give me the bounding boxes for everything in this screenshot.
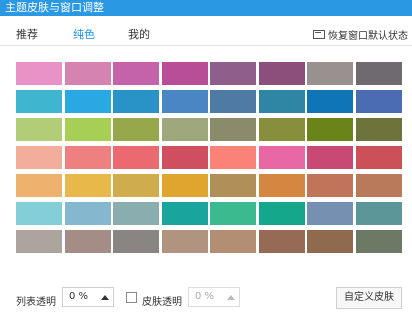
color-swatch[interactable]	[210, 146, 256, 169]
list-opacity-value: 0 %	[69, 291, 89, 302]
color-swatch[interactable]	[16, 230, 62, 253]
color-swatch[interactable]	[355, 174, 402, 197]
color-swatch[interactable]	[113, 174, 159, 197]
color-swatch[interactable]	[16, 174, 62, 197]
color-swatch[interactable]	[113, 230, 159, 253]
color-swatch[interactable]	[113, 202, 159, 225]
color-swatch[interactable]	[64, 174, 111, 197]
color-swatch[interactable]	[161, 174, 208, 197]
color-swatch[interactable]	[355, 118, 402, 141]
color-swatch[interactable]	[64, 202, 111, 225]
color-swatch[interactable]	[307, 202, 353, 225]
color-swatch[interactable]	[161, 90, 208, 113]
color-swatch[interactable]	[210, 62, 256, 85]
color-swatch[interactable]	[113, 62, 159, 85]
color-swatch[interactable]	[258, 90, 305, 113]
color-swatch[interactable]	[210, 174, 256, 197]
color-swatch[interactable]	[210, 202, 256, 225]
footer: 列表透明 0 % 皮肤透明 0 % 自定义皮肤	[0, 285, 412, 311]
color-swatch[interactable]	[258, 230, 305, 253]
skin-opacity-spinner[interactable]: 0 %	[188, 287, 240, 307]
color-swatch[interactable]	[210, 90, 256, 113]
color-swatch[interactable]	[307, 230, 353, 253]
color-swatch[interactable]	[355, 146, 402, 169]
spinner-up-icon[interactable]	[227, 295, 235, 300]
color-swatch[interactable]	[16, 90, 62, 113]
color-swatch[interactable]	[161, 230, 208, 253]
tab-solid-color[interactable]: 纯色	[73, 26, 95, 42]
color-swatch[interactable]	[258, 146, 305, 169]
color-swatch[interactable]	[161, 62, 208, 85]
list-opacity-spinner[interactable]: 0 %	[62, 287, 114, 307]
color-swatch[interactable]	[355, 230, 402, 253]
color-swatch[interactable]	[113, 90, 159, 113]
color-swatch[interactable]	[307, 118, 353, 141]
color-swatch[interactable]	[307, 146, 353, 169]
skin-opacity-label: 皮肤透明	[142, 297, 182, 308]
window-restore-icon	[313, 30, 325, 39]
color-swatch[interactable]	[161, 118, 208, 141]
color-swatch[interactable]	[161, 146, 208, 169]
color-swatch[interactable]	[355, 62, 402, 85]
divider	[0, 45, 412, 46]
color-swatch[interactable]	[355, 202, 402, 225]
color-swatch[interactable]	[64, 62, 111, 85]
color-swatch[interactable]	[161, 202, 208, 225]
color-swatch[interactable]	[210, 230, 256, 253]
color-swatch[interactable]	[210, 118, 256, 141]
color-swatch[interactable]	[64, 146, 111, 169]
tab-recommend[interactable]: 推荐	[16, 26, 38, 42]
color-swatch[interactable]	[113, 118, 159, 141]
restore-window-default-label: 恢复窗口默认状态	[328, 31, 408, 42]
skin-opacity-checkbox[interactable]	[126, 292, 137, 303]
color-swatch[interactable]	[64, 230, 111, 253]
color-swatch[interactable]	[16, 146, 62, 169]
color-swatch-grid	[16, 62, 402, 256]
spinner-up-icon[interactable]	[101, 295, 109, 300]
color-swatch[interactable]	[307, 62, 353, 85]
restore-window-default-button[interactable]: 恢复窗口默认状态	[313, 27, 408, 42]
custom-skin-button[interactable]: 自定义皮肤	[336, 287, 402, 309]
list-opacity-label: 列表透明	[16, 297, 56, 308]
window-title: 主题皮肤与窗口调整	[0, 0, 412, 16]
color-swatch[interactable]	[16, 118, 62, 141]
color-swatch[interactable]	[64, 118, 111, 141]
color-swatch[interactable]	[113, 146, 159, 169]
color-swatch[interactable]	[258, 202, 305, 225]
color-swatch[interactable]	[258, 62, 305, 85]
color-swatch[interactable]	[16, 202, 62, 225]
color-swatch[interactable]	[64, 90, 111, 113]
color-swatch[interactable]	[355, 90, 402, 113]
color-swatch[interactable]	[307, 90, 353, 113]
color-swatch[interactable]	[258, 118, 305, 141]
skin-opacity-value: 0 %	[195, 291, 215, 302]
color-swatch[interactable]	[307, 174, 353, 197]
tab-mine[interactable]: 我的	[128, 26, 150, 42]
color-swatch[interactable]	[258, 174, 305, 197]
color-swatch[interactable]	[16, 62, 62, 85]
